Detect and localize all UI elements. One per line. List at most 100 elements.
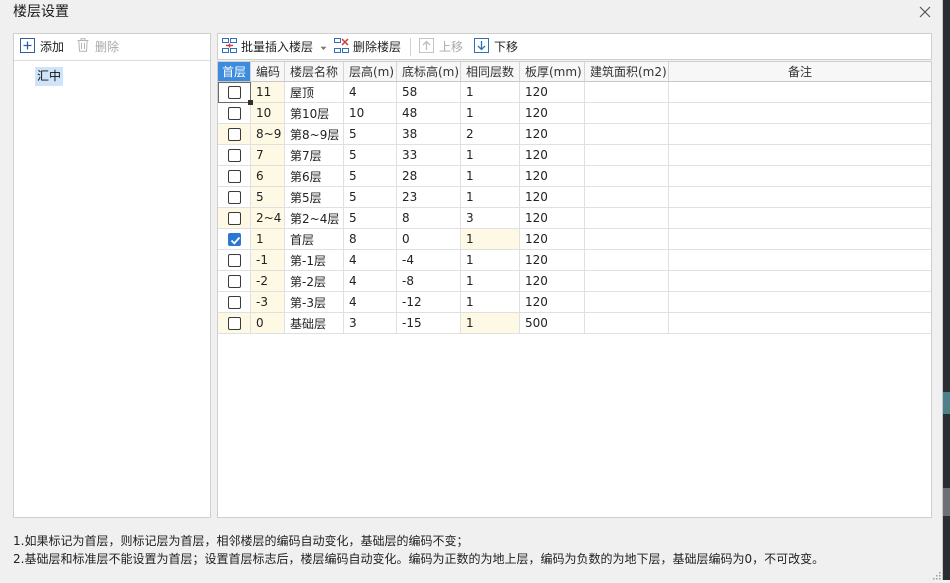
floor-name-cell[interactable]: 第8~9层	[285, 124, 344, 145]
first-floor-checkbox[interactable]	[227, 170, 241, 183]
code-cell[interactable]: 6	[251, 166, 285, 187]
column-header-bottom-elevation[interactable]: 底标高(m)	[397, 62, 461, 82]
slab-thickness-cell[interactable]: 120	[520, 250, 585, 271]
first-floor-cell[interactable]	[218, 103, 251, 124]
same-floor-count-cell[interactable]: 1	[461, 166, 520, 187]
slab-thickness-cell[interactable]: 120	[520, 145, 585, 166]
bottom-elevation-cell[interactable]: 38	[397, 124, 461, 145]
code-cell[interactable]: 1	[251, 229, 285, 250]
code-cell[interactable]: 0	[251, 313, 285, 334]
first-floor-checkbox[interactable]	[227, 149, 241, 162]
floor-name-cell[interactable]: 第6层	[285, 166, 344, 187]
slab-thickness-cell[interactable]: 120	[520, 82, 585, 103]
floor-row[interactable]: 11 屋顶 4 58 1 120	[218, 82, 931, 105]
column-header-first-floor[interactable]: 首层	[218, 62, 251, 82]
first-floor-cell[interactable]	[218, 166, 251, 187]
column-header-slab-thickness[interactable]: 板厚(mm)	[520, 62, 585, 82]
same-floor-count-cell[interactable]: 1	[461, 292, 520, 313]
slab-thickness-cell[interactable]: 120	[520, 292, 585, 313]
remarks-cell[interactable]	[669, 124, 931, 145]
floor-row[interactable]: 1 首层 8 0 1 120	[218, 229, 931, 250]
floor-name-cell[interactable]: 第-1层	[285, 250, 344, 271]
floor-name-cell[interactable]: 屋顶	[285, 82, 344, 103]
first-floor-cell[interactable]	[218, 250, 251, 271]
floor-row[interactable]: 8~9 第8~9层 5 38 2 120	[218, 124, 931, 145]
remarks-cell[interactable]	[669, 103, 931, 124]
code-cell[interactable]: -1	[251, 250, 285, 271]
first-floor-cell[interactable]	[218, 145, 251, 166]
first-floor-checkbox[interactable]	[227, 296, 241, 309]
tree-item[interactable]: 汇中	[35, 67, 64, 86]
floor-name-cell[interactable]: 首层	[285, 229, 344, 250]
first-floor-cell[interactable]	[218, 82, 253, 105]
first-floor-cell[interactable]	[218, 229, 251, 250]
floor-name-cell[interactable]: 基础层	[285, 313, 344, 334]
floor-height-cell[interactable]: 4	[344, 292, 397, 313]
slab-thickness-cell[interactable]: 120	[520, 124, 585, 145]
floor-row[interactable]: 7 第7层 5 33 1 120	[218, 145, 931, 166]
floor-height-cell[interactable]: 5	[344, 208, 397, 229]
first-floor-cell[interactable]	[218, 124, 251, 145]
building-area-cell[interactable]	[585, 103, 669, 124]
remarks-cell[interactable]	[669, 166, 931, 187]
floor-height-cell[interactable]: 4	[344, 271, 397, 292]
same-floor-count-cell[interactable]: 1	[461, 271, 520, 292]
code-cell[interactable]: 5	[251, 187, 285, 208]
close-icon[interactable]	[917, 4, 933, 20]
floor-height-cell[interactable]: 5	[344, 187, 397, 208]
building-area-cell[interactable]	[585, 124, 669, 145]
same-floor-count-cell[interactable]: 1	[461, 187, 520, 208]
slab-thickness-cell[interactable]: 120	[520, 271, 585, 292]
bottom-elevation-cell[interactable]: 33	[397, 145, 461, 166]
column-header-same-floor-count[interactable]: 相同层数	[461, 62, 520, 82]
floor-height-cell[interactable]: 5	[344, 145, 397, 166]
floor-height-cell[interactable]: 4	[344, 82, 397, 103]
floor-row[interactable]: -2 第-2层 4 -8 1 120	[218, 271, 931, 292]
floor-height-cell[interactable]: 3	[344, 313, 397, 334]
add-button[interactable]: 添加	[19, 36, 64, 57]
bottom-elevation-cell[interactable]: 28	[397, 166, 461, 187]
remarks-cell[interactable]	[669, 145, 931, 166]
floor-height-cell[interactable]: 5	[344, 166, 397, 187]
first-floor-checkbox[interactable]	[227, 191, 241, 204]
remarks-cell[interactable]	[669, 292, 931, 313]
slab-thickness-cell[interactable]: 120	[520, 229, 585, 250]
remarks-cell[interactable]	[669, 229, 931, 250]
first-floor-cell[interactable]	[218, 271, 251, 292]
code-cell[interactable]: 2~4	[251, 208, 285, 229]
building-area-cell[interactable]	[585, 271, 669, 292]
bottom-elevation-cell[interactable]: -8	[397, 271, 461, 292]
column-header-floor-name[interactable]: 楼层名称	[285, 62, 344, 82]
floor-row[interactable]: 6 第6层 5 28 1 120	[218, 166, 931, 187]
resize-grip-icon[interactable]	[932, 569, 941, 580]
floor-name-cell[interactable]: 第5层	[285, 187, 344, 208]
floor-name-cell[interactable]: 第-3层	[285, 292, 344, 313]
building-area-cell[interactable]	[585, 208, 669, 229]
floor-row[interactable]: 10 第10层 10 48 1 120	[218, 103, 931, 124]
first-floor-cell[interactable]	[218, 292, 251, 313]
bottom-elevation-cell[interactable]: 8	[397, 208, 461, 229]
code-cell[interactable]: 8~9	[251, 124, 285, 145]
delete-floor-button[interactable]: 删除楼层	[333, 36, 401, 57]
floor-height-cell[interactable]: 8	[344, 229, 397, 250]
floor-row[interactable]: 5 第5层 5 23 1 120	[218, 187, 931, 208]
first-floor-checkbox-checked[interactable]	[227, 233, 241, 246]
same-floor-count-cell[interactable]: 2	[461, 124, 520, 145]
slab-thickness-cell[interactable]: 120	[520, 166, 585, 187]
column-header-code[interactable]: 编码	[251, 62, 285, 82]
slab-thickness-cell[interactable]: 120	[520, 187, 585, 208]
bottom-elevation-cell[interactable]: 23	[397, 187, 461, 208]
building-area-cell[interactable]	[585, 229, 669, 250]
first-floor-checkbox[interactable]	[227, 254, 241, 267]
same-floor-count-cell[interactable]: 1	[461, 229, 520, 250]
remarks-cell[interactable]	[669, 187, 931, 208]
first-floor-checkbox[interactable]	[227, 86, 241, 99]
floor-height-cell[interactable]: 10	[344, 103, 397, 124]
same-floor-count-cell[interactable]: 1	[461, 103, 520, 124]
same-floor-count-cell[interactable]: 1	[461, 82, 520, 103]
floor-name-cell[interactable]: 第2~4层	[285, 208, 344, 229]
building-area-cell[interactable]	[585, 145, 669, 166]
column-header-building-area[interactable]: 建筑面积(m2)	[585, 62, 669, 82]
fill-handle[interactable]	[248, 100, 253, 105]
same-floor-count-cell[interactable]: 3	[461, 208, 520, 229]
